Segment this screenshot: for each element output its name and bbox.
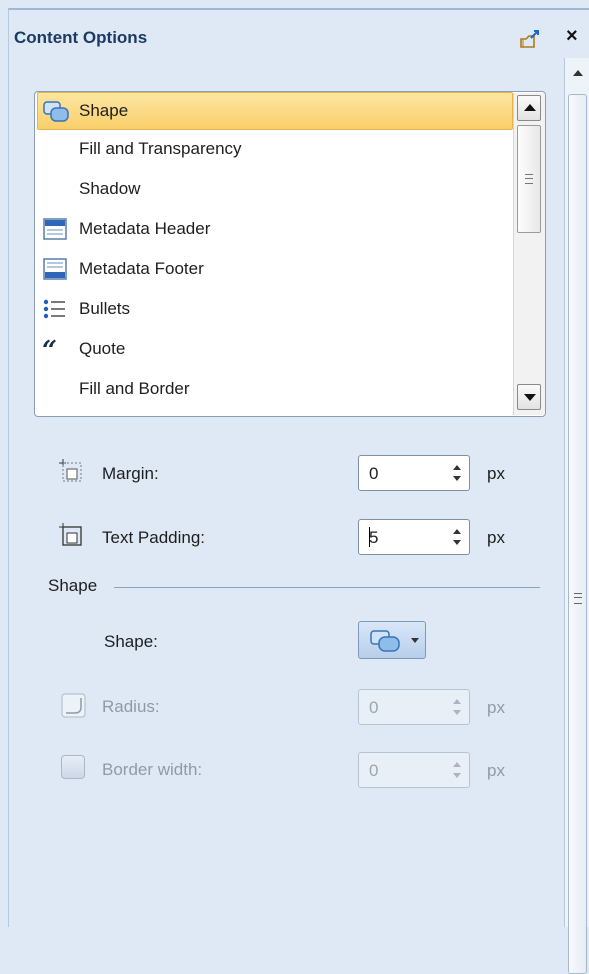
list-item-label: Quote [79, 339, 126, 358]
list-scroll-thumb[interactable] [517, 125, 541, 233]
list-item-quote[interactable]: “ Quote [37, 330, 513, 368]
radius-unit: px [487, 698, 505, 717]
border-width-label: Border width: [102, 760, 203, 779]
svg-text:“: “ [42, 337, 57, 361]
spin-up-icon[interactable] [453, 529, 461, 534]
text-padding-label: Text Padding: [102, 528, 206, 547]
list-item-label: Shadow [79, 179, 141, 198]
margin-icon [59, 459, 82, 482]
content-type-list[interactable]: Shape Fill and Transparency Shadow Metad… [34, 91, 546, 417]
text-padding-value: 5 [369, 528, 379, 547]
metadata-header-icon [43, 218, 67, 240]
shape-label: Shape: [104, 632, 158, 651]
radius-icon [61, 693, 86, 718]
shape-icon [370, 630, 400, 652]
list-item-label: Fill and Transparency [79, 139, 242, 158]
grip-icon [574, 593, 582, 604]
arrow-up-icon [524, 104, 536, 111]
list-item-metadata-header[interactable]: Metadata Header [37, 210, 513, 248]
group-divider [114, 587, 540, 588]
scroll-up-arrow-icon[interactable] [573, 70, 583, 76]
radius-value: 0 [369, 698, 379, 717]
border-width-value: 0 [369, 761, 379, 780]
grip-icon [525, 174, 533, 184]
border-width-unit: px [487, 761, 505, 780]
text-padding-stepper[interactable]: 5 [358, 519, 470, 555]
scroll-thumb[interactable] [568, 94, 587, 974]
pin-icon[interactable] [520, 29, 542, 49]
list-scroll-down-button[interactable] [517, 384, 541, 410]
list-item-fill-and-border[interactable]: Fill and Border [37, 370, 513, 408]
spin-down-icon[interactable] [453, 540, 461, 545]
pane-title: Content Options [14, 28, 148, 47]
radius-stepper: 0 [358, 689, 470, 725]
list-item-label: Fill and Border [79, 379, 190, 398]
list-item-label: Shape [79, 101, 129, 120]
spin-up-icon [453, 762, 461, 767]
pane-scrollbar[interactable] [564, 58, 589, 974]
shape-dropdown-button[interactable] [358, 621, 426, 659]
radius-label: Radius: [102, 697, 160, 716]
margin-value: 0 [369, 464, 379, 483]
spin-down-icon [453, 773, 461, 778]
list-item-bullets[interactable]: Bullets [37, 290, 513, 328]
bullets-icon [43, 299, 65, 319]
margin-unit: px [487, 464, 505, 483]
arrow-down-icon [524, 394, 536, 401]
list-item-metadata-footer[interactable]: Metadata Footer [37, 250, 513, 288]
shape-icon [43, 101, 69, 122]
list-scrollbar[interactable] [513, 93, 545, 415]
border-width-stepper: 0 [358, 752, 470, 788]
list-item-shadow[interactable]: Shadow [37, 170, 513, 208]
quote-icon: “ [42, 337, 57, 361]
metadata-footer-icon [43, 258, 67, 280]
shape-group-title: Shape [48, 576, 98, 595]
border-width-checkbox[interactable] [61, 755, 85, 779]
list-item-shape[interactable]: Shape [37, 92, 513, 130]
text-padding-icon [59, 523, 82, 546]
text-padding-unit: px [487, 528, 505, 547]
list-scroll-up-button[interactable] [517, 95, 541, 121]
margin-stepper[interactable]: 0 [358, 455, 470, 491]
chevron-down-icon [411, 638, 419, 643]
list-item-fill-and-transparency[interactable]: Fill and Transparency [37, 130, 513, 168]
margin-label: Margin: [102, 464, 159, 483]
spin-up-icon[interactable] [453, 465, 461, 470]
spin-down-icon [453, 710, 461, 715]
list-item-label: Metadata Footer [79, 259, 204, 278]
close-icon[interactable]: × [566, 26, 578, 46]
spin-up-icon [453, 699, 461, 704]
list-item-label: Metadata Header [79, 219, 211, 238]
list-item-label: Bullets [79, 299, 131, 318]
spin-down-icon[interactable] [453, 476, 461, 481]
